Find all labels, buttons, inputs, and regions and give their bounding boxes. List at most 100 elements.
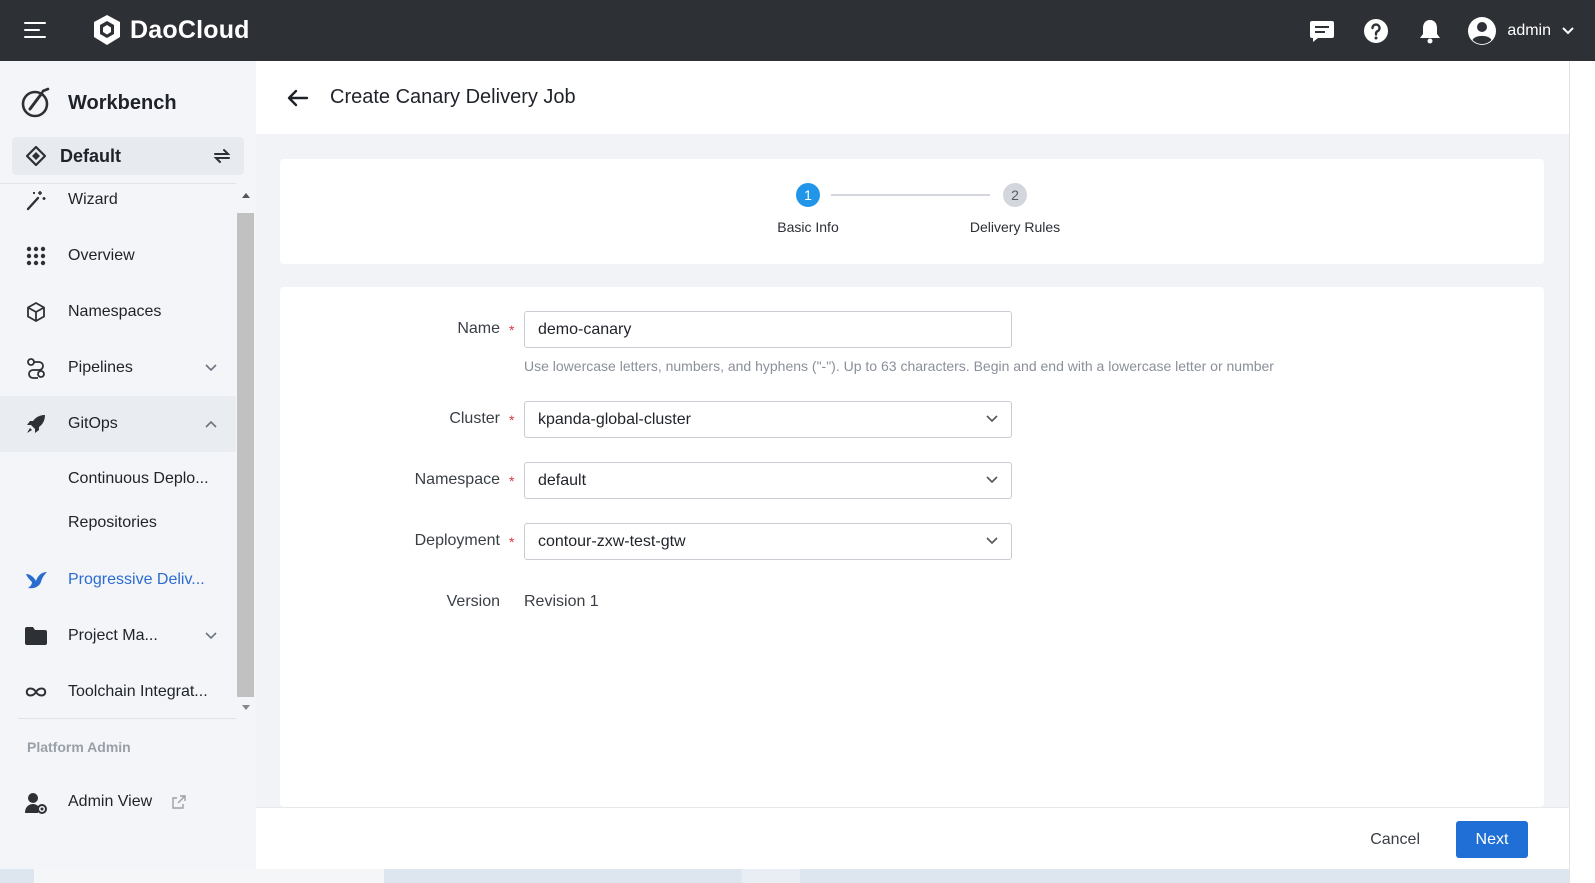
chevron-down-icon (1562, 26, 1574, 34)
sidebar-item-label: Project Ma... (68, 627, 158, 644)
basic-info-form: Name * demo-canary Use lowercase letters… (280, 287, 1544, 807)
daocloud-logo-icon (94, 15, 120, 45)
required-mark: * (509, 412, 515, 428)
cube-icon (24, 300, 48, 324)
sidebar-item-project-management[interactable]: Project Ma... (0, 608, 236, 664)
chevron-down-icon (205, 364, 217, 372)
form-label: Version (446, 593, 500, 610)
sidebar-item-overview[interactable]: Overview (0, 228, 236, 284)
magic-wand-icon (24, 188, 48, 212)
form-label: Deployment (414, 532, 500, 549)
workbench-label: Workbench (68, 91, 177, 114)
user-avatar-icon (1468, 16, 1497, 45)
cluster-select[interactable]: kpanda-global-cluster (524, 401, 1012, 438)
form-label: Cluster (449, 410, 500, 427)
cancel-button[interactable]: Cancel (1356, 822, 1434, 858)
workbench-title: Workbench (20, 87, 177, 119)
sidebar-item-namespaces[interactable]: Namespaces (0, 284, 236, 340)
daocloud-logo[interactable]: DaoCloud (90, 13, 250, 47)
deployment-select[interactable]: contour-zxw-test-gtw (524, 523, 1012, 560)
scroll-up-arrow-icon[interactable] (242, 193, 250, 198)
platform-admin-label: Platform Admin (27, 739, 131, 755)
admin-user-icon (24, 791, 48, 820)
deployment-select-value: contour-zxw-test-gtw (538, 532, 686, 550)
sidebar-item-label: Continuous Deplo... (68, 470, 209, 487)
chevron-down-icon (986, 415, 998, 423)
scrollbar-thumb[interactable] (237, 213, 254, 697)
infinity-icon (24, 680, 48, 704)
sidebar: Workbench Default Wizard Overview Namesp… (0, 61, 256, 883)
sidebar-menu: Wizard Overview Namespaces Pipelines Git… (0, 183, 236, 718)
scrollbar-segment (742, 869, 800, 883)
sidebar-item-label: Toolchain Integrat... (68, 683, 208, 700)
user-menu[interactable]: admin (1467, 16, 1575, 46)
external-link-icon (172, 795, 186, 809)
sidebar-item-label: Progressive Deliv... (68, 571, 205, 588)
sidebar-item-progressive-delivery[interactable]: Progressive Deliv... (0, 552, 236, 608)
divider (18, 718, 236, 719)
sidebar-item-label: Wizard (68, 191, 118, 208)
rocket-icon (24, 412, 48, 436)
user-name: admin (1507, 21, 1551, 39)
form-footer: Cancel Next (256, 807, 1569, 869)
workspace-icon (26, 146, 46, 166)
brand-name: DaoCloud (130, 15, 250, 44)
page-header: Create Canary Delivery Job (256, 61, 1569, 134)
scroll-down-arrow-icon[interactable] (242, 705, 250, 710)
folder-icon (24, 624, 48, 648)
sidebar-item-label: Repositories (68, 514, 157, 531)
cluster-select-value: kpanda-global-cluster (538, 410, 691, 428)
sidebar-item-admin-view[interactable]: Admin View (0, 775, 236, 831)
step-label: Delivery Rules (969, 219, 1061, 235)
page-scrollbar[interactable] (1569, 61, 1595, 883)
sidebar-item-label: GitOps (68, 415, 118, 432)
required-mark: * (509, 322, 515, 338)
name-input[interactable]: demo-canary (524, 311, 1012, 348)
sidebar-item-label: Pipelines (68, 359, 133, 376)
step-basic-info[interactable]: 1 Basic Info (758, 183, 858, 235)
namespace-select-value: default (538, 471, 587, 489)
step-number: 1 (796, 183, 820, 207)
sidebar-scrollbar[interactable] (236, 183, 256, 718)
page-title: Create Canary Delivery Job (330, 86, 576, 108)
sidebar-item-continuous-deployment[interactable]: Continuous Deplo... (0, 457, 236, 501)
bird-icon (24, 568, 48, 592)
sidebar-item-wizard[interactable]: Wizard (0, 184, 236, 228)
next-button[interactable]: Next (1456, 821, 1528, 858)
horizontal-scrollbar[interactable] (0, 869, 1569, 883)
chevron-down-icon (986, 537, 998, 545)
bell-icon[interactable] (1403, 0, 1457, 61)
sidebar-item-pipelines[interactable]: Pipelines (0, 340, 236, 396)
workspace-name: Default (60, 145, 122, 166)
hamburger-menu-icon[interactable] (24, 20, 48, 40)
sidebar-item-repositories[interactable]: Repositories (0, 501, 236, 545)
step-label: Basic Info (777, 219, 839, 235)
version-value: Revision 1 (524, 593, 599, 610)
chevron-up-icon (205, 420, 217, 428)
required-mark: * (509, 473, 515, 489)
sidebar-item-gitops[interactable]: GitOps (0, 396, 236, 452)
scrollbar-segment (34, 869, 384, 883)
top-navigation-bar: DaoCloud admin (0, 0, 1595, 61)
message-icon[interactable] (1295, 0, 1349, 61)
workspace-switcher[interactable]: Default (12, 137, 244, 175)
pipeline-icon (24, 356, 48, 380)
workbench-icon (21, 87, 50, 118)
sidebar-item-label: Overview (68, 247, 135, 264)
sidebar-item-toolchain[interactable]: Toolchain Integrat... (0, 664, 236, 718)
chevron-down-icon (205, 632, 217, 640)
chevron-down-icon (986, 476, 998, 484)
sidebar-item-label: Admin View (68, 793, 153, 810)
back-arrow-icon[interactable] (286, 87, 310, 109)
help-icon[interactable] (1349, 0, 1403, 61)
switch-icon[interactable] (212, 146, 232, 166)
name-hint: Use lowercase letters, numbers, and hyph… (524, 358, 1274, 374)
form-label: Name (457, 320, 500, 337)
form-label: Namespace (414, 471, 500, 488)
namespace-select[interactable]: default (524, 462, 1012, 499)
required-mark: * (509, 534, 515, 550)
grid-dots-icon (24, 244, 48, 268)
sidebar-item-label: Namespaces (68, 303, 162, 320)
step-number: 2 (1003, 183, 1027, 207)
step-delivery-rules[interactable]: 2 Delivery Rules (950, 183, 1080, 235)
